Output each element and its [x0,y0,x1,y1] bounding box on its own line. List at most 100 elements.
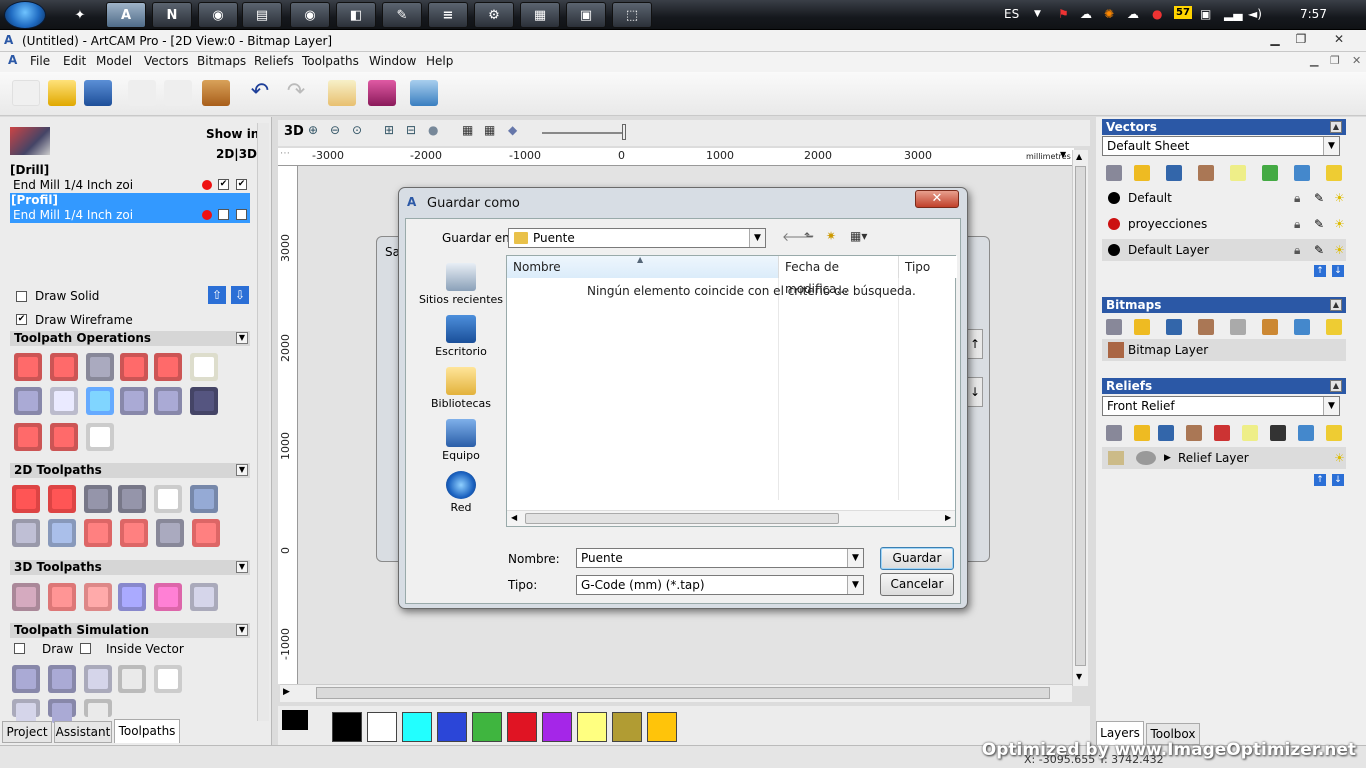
section-2d-toolpaths[interactable]: 2D Toolpaths ▼ [10,463,250,478]
bitmap-image-icon[interactable] [1262,319,1278,335]
color-swatch-gold[interactable] [647,712,677,742]
collapse-icon[interactable]: ▼ [236,624,248,636]
section-3d-toolpaths[interactable]: 3D Toolpaths ▼ [10,560,250,575]
save-bitmap-icon[interactable] [1166,319,1182,335]
taskbar-app-9[interactable]: ⚙ [474,2,514,28]
badge-icon[interactable]: 57 [1174,6,1192,19]
help-book-icon[interactable] [368,80,396,106]
delete-bitmap-icon[interactable] [1294,319,1310,335]
zoom-selection-icon[interactable]: ● [428,123,438,137]
save-toolpath-icon[interactable] [120,387,148,415]
calculate-toolpath-icon[interactable] [14,353,42,381]
flag-icon[interactable]: ⚑ [1058,7,1069,21]
save-relief-icon[interactable] [1158,425,1174,441]
language-indicator[interactable]: ES [1004,7,1019,21]
redo-icon[interactable]: ↷ [282,80,310,106]
toolpath-transform-icon[interactable] [154,353,182,381]
layer-down-icon[interactable]: ↓ [1332,265,1344,277]
color-swatch-light-yellow[interactable] [577,712,607,742]
bitmap-toggle-icon[interactable]: ▦ [462,123,473,137]
relief-layer-row[interactable]: ▶ Relief Layer ☀ [1102,447,1346,469]
contrast-slider[interactable] [542,132,622,134]
menu-file[interactable]: File [30,54,50,68]
scroll-left-icon[interactable]: ◀ [511,513,517,522]
scroll-left-icon[interactable]: ▶ [283,687,290,697]
menu-model[interactable]: Model [96,54,132,68]
expand-arrow-icon[interactable]: ▶ [1164,447,1171,469]
start-button[interactable] [4,1,46,29]
column-type[interactable]: Tipo [899,256,957,278]
contrast-slider-thumb[interactable] [622,124,626,140]
taskbar-app-1[interactable]: ✦ [60,2,100,28]
mdi-restore-icon[interactable]: ❐ [1330,54,1340,67]
spiral-icon[interactable] [12,519,40,547]
nav-desktop[interactable]: Escritorio [416,315,506,358]
relief-select[interactable]: Front Relief ▼ [1102,396,1340,416]
zoom-previous-icon[interactable]: ⊟ [406,123,416,137]
nav-network[interactable]: Red [416,471,506,514]
color-swatch-white[interactable] [367,712,397,742]
visibility-bulb-icon[interactable]: ☀ [1334,239,1345,261]
color-swatch-blue[interactable] [437,712,467,742]
scroll-right-icon[interactable]: ▶ [945,513,951,522]
layer-color-icon[interactable] [1108,218,1120,230]
batch-calculate-icon[interactable] [86,353,114,381]
section-toolpath-simulation[interactable]: Toolpath Simulation ▼ [10,623,250,638]
copy-icon[interactable] [164,80,192,106]
feature-machining-icon[interactable] [190,485,218,513]
show-3d-checkbox[interactable]: ✔ [236,209,247,220]
material-block-icon[interactable] [50,387,78,415]
nav-computer[interactable]: Equipo [416,419,506,462]
menu-toolpaths[interactable]: Toolpaths [302,54,359,68]
left-panel-scrollbar[interactable] [257,123,269,721]
inlay-icon[interactable] [48,519,76,547]
zoom-in-icon[interactable]: ⊕ [308,123,318,137]
drill-group[interactable]: [Drill] [10,163,49,177]
simulation-block-icon[interactable] [118,665,146,693]
3d-inspect-icon[interactable] [190,583,218,611]
collapse-icon[interactable]: ▼ [236,332,248,344]
vector-toggle-icon[interactable]: ▦ [484,123,495,137]
bevel-icon[interactable] [84,519,112,547]
simulation-reset-icon[interactable] [84,665,112,693]
point-toolpath-icon[interactable] [50,423,78,451]
horizontal-scroll-thumb[interactable] [316,687,1050,699]
simulate-all-icon[interactable] [48,665,76,693]
show-2d-checkbox[interactable]: ✔ [218,179,229,190]
vector-layer-default-layer[interactable]: Default Layer 🔒︎ ✎ ☀ [1102,239,1346,261]
color-swatch-olive[interactable] [612,712,642,742]
drilling-icon[interactable] [84,485,112,513]
reliefs-header[interactable]: Reliefs ▲ [1102,378,1346,394]
mcafee-icon[interactable]: ● [1152,7,1162,21]
bitmap-layer-row[interactable]: Bitmap Layer [1102,339,1346,361]
toolpath-template-icon[interactable] [154,387,182,415]
vectors-header[interactable]: Vectors ▲ [1102,119,1346,135]
prism-icon[interactable] [120,519,148,547]
visibility-bulb-icon[interactable]: ☀ [1334,213,1345,235]
menu-edit[interactable]: Edit [63,54,86,68]
column-name[interactable]: Nombre ▲ [507,255,779,278]
open-relief-icon[interactable] [1134,425,1150,441]
taskbar-app-11[interactable]: ▣ [566,2,606,28]
bitmap-tool-icon[interactable] [1230,319,1246,335]
paste-relief-icon[interactable] [1186,425,1202,441]
add-toolpath-icon[interactable] [14,423,42,451]
calculate-all-icon[interactable] [50,353,78,381]
relief-light-icon[interactable] [1242,425,1258,441]
lock-icon[interactable]: 🔒︎ [1294,239,1300,261]
new-folder-icon[interactable]: ✷ [826,229,836,243]
profile-toolpath-icon[interactable] [12,485,40,513]
primary-color-swatch[interactable] [282,710,308,730]
open-bitmap-icon[interactable] [1134,319,1150,335]
machine-3d-icon[interactable] [84,583,112,611]
nav-recent-places[interactable]: Sitios recientes [416,263,506,306]
relief-toggle-icon[interactable]: ◆ [508,123,517,137]
volume-icon[interactable]: ◄) [1248,7,1262,21]
lock-icon[interactable]: 🔒︎ [1294,187,1300,209]
taskbar-norton[interactable]: N [152,2,192,28]
file-list-scroll-thumb[interactable] [525,513,839,524]
zoom-out-icon[interactable]: ⊖ [330,123,340,137]
relief-visibility-icon[interactable] [1326,425,1342,441]
signal-icon[interactable]: ▂▄ [1224,7,1242,21]
menu-window[interactable]: Window [369,54,416,68]
